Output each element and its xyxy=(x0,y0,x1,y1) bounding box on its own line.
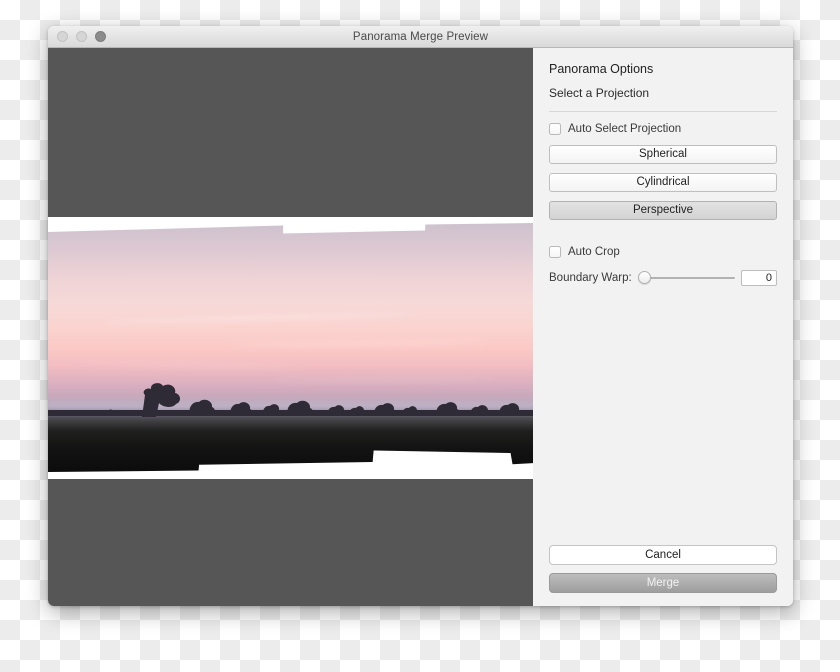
boundary-warp-slider[interactable] xyxy=(637,271,735,285)
auto-crop-label: Auto Crop xyxy=(568,246,620,258)
panorama-preview-pane[interactable] xyxy=(48,48,533,606)
panorama-image-wrap xyxy=(48,217,533,479)
boundary-warp-label: Boundary Warp: xyxy=(549,272,632,284)
window-title: Panorama Merge Preview xyxy=(352,30,489,43)
auto-crop-row[interactable]: Auto Crop xyxy=(549,246,777,258)
projection-button-cylindrical[interactable]: Cylindrical xyxy=(549,173,777,192)
slider-track[interactable] xyxy=(643,277,735,279)
boundary-warp-row: Boundary Warp: xyxy=(549,270,777,286)
merge-button[interactable]: Merge xyxy=(549,573,777,593)
panorama-image xyxy=(48,223,533,472)
auto-select-projection-checkbox[interactable] xyxy=(549,123,561,135)
cloud-streak-icon xyxy=(70,361,306,369)
panel-spacer xyxy=(549,286,777,545)
zoom-button-icon[interactable] xyxy=(95,31,106,42)
auto-select-projection-row[interactable]: Auto Select Projection xyxy=(549,123,777,135)
projection-button-perspective[interactable]: Perspective xyxy=(549,201,777,220)
cancel-button[interactable]: Cancel xyxy=(549,545,777,565)
cloud-streak-icon xyxy=(104,311,418,324)
boundary-warp-value-field[interactable] xyxy=(741,270,777,286)
window-titlebar[interactable]: Panorama Merge Preview xyxy=(48,26,793,48)
projection-button-spherical[interactable]: Spherical xyxy=(549,145,777,164)
slider-knob[interactable] xyxy=(637,271,651,284)
panel-title: Panorama Options xyxy=(549,62,654,76)
window-body: Panorama Options Select a Projection Aut… xyxy=(48,48,793,606)
cloud-streak-icon xyxy=(231,338,487,348)
panorama-canvas xyxy=(48,217,533,479)
panorama-merge-window: Panorama Merge Preview Panorama Options … xyxy=(48,26,793,606)
desktop-backdrop: Panorama Merge Preview Panorama Options … xyxy=(0,0,840,672)
panel-divider xyxy=(549,111,777,112)
treeline-silhouette xyxy=(48,373,533,423)
panel-subtitle: Select a Projection xyxy=(549,86,650,100)
auto-select-projection-label: Auto Select Projection xyxy=(568,123,682,135)
close-button-icon[interactable] xyxy=(57,31,68,42)
minimize-button-icon[interactable] xyxy=(76,31,87,42)
panorama-options-panel: Panorama Options Select a Projection Aut… xyxy=(533,48,793,606)
traffic-light-group xyxy=(57,31,106,42)
panel-gap xyxy=(549,229,777,246)
auto-crop-checkbox[interactable] xyxy=(549,246,561,258)
